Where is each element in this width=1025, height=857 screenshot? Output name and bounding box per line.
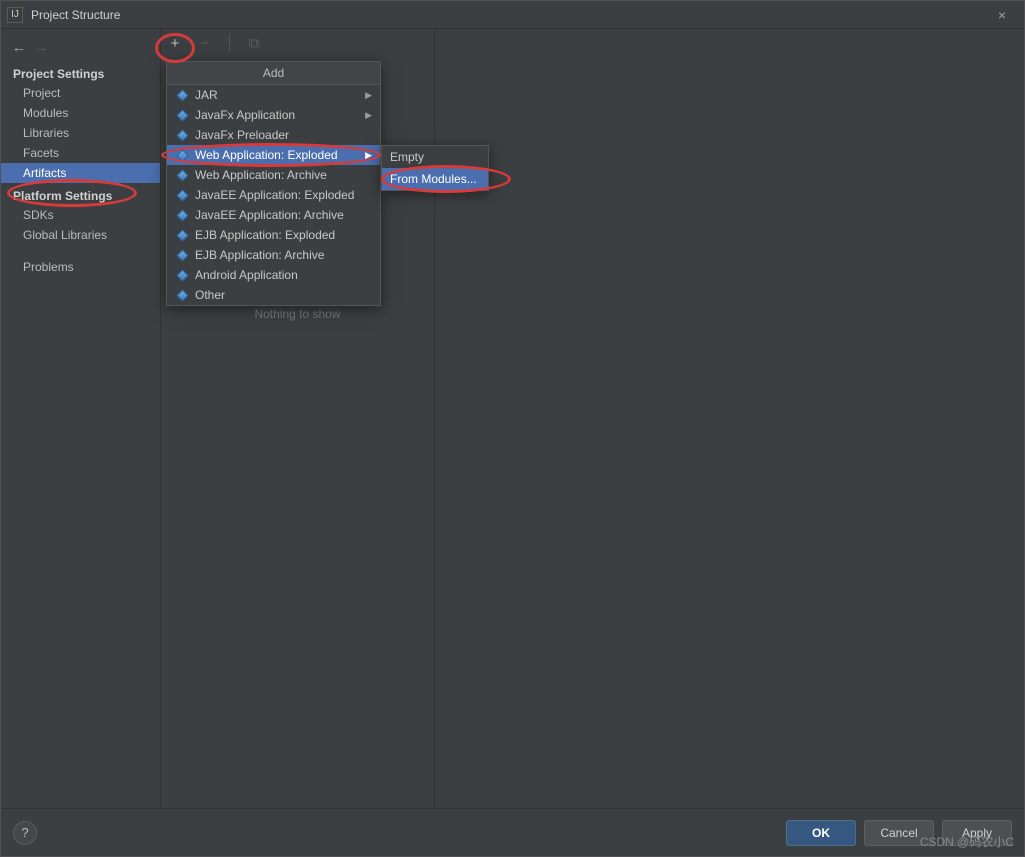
add-menu-item[interactable]: JavaEE Application: Exploded (167, 185, 380, 205)
add-menu-item[interactable]: EJB Application: Exploded (167, 225, 380, 245)
titlebar: IJ Project Structure × (1, 1, 1024, 29)
artifact-type-icon (175, 128, 189, 142)
artifact-type-icon (175, 168, 189, 182)
menu-item-label: Web Application: Exploded (195, 148, 338, 162)
app-icon: IJ (7, 7, 23, 23)
toolbar-separator (229, 34, 230, 52)
nav-back-icon[interactable]: ← (11, 39, 27, 56)
add-menu-item[interactable]: Other (167, 285, 380, 305)
sidebar-item-modules[interactable]: Modules (1, 103, 160, 123)
artifact-type-icon (175, 108, 189, 122)
add-menu-title: Add (167, 62, 380, 85)
sidebar-item-libraries[interactable]: Libraries (1, 123, 160, 143)
artifact-type-icon (175, 88, 189, 102)
menu-item-label: Empty (390, 150, 424, 164)
menu-item-label: Android Application (195, 268, 298, 282)
add-artifact-menu: Add JAR ▶ JavaFx Application ▶ JavaFx Preloa… (166, 61, 381, 306)
add-menu-item[interactable]: Web Application: Exploded ▶ (167, 145, 380, 165)
window-title: Project Structure (31, 8, 986, 22)
artifact-type-icon (175, 208, 189, 222)
artifact-type-icon (175, 148, 189, 162)
add-menu-item[interactable]: EJB Application: Archive (167, 245, 380, 265)
sidebar-item-problems[interactable]: Problems (1, 257, 160, 277)
project-structure-dialog: IJ Project Structure × ← → Project Setti… (0, 0, 1025, 857)
section-project-settings: Project Settings (1, 61, 160, 83)
menu-item-label: From Modules... (390, 172, 477, 186)
add-menu-item[interactable]: Web Application: Archive (167, 165, 380, 185)
web-app-exploded-submenu: Empty From Modules... (381, 145, 489, 191)
artifact-type-icon (175, 248, 189, 262)
menu-item-label: JavaFx Application (195, 108, 295, 122)
dialog-button-bar: ? OK Cancel Apply (1, 808, 1024, 856)
artifact-type-icon (175, 268, 189, 282)
artifact-type-icon (175, 188, 189, 202)
artifact-type-icon (175, 228, 189, 242)
sidebar-item-project[interactable]: Project (1, 83, 160, 103)
menu-item-label: JavaEE Application: Exploded (195, 188, 354, 202)
artifact-type-icon (175, 288, 189, 302)
submenu-item[interactable]: From Modules... (382, 168, 488, 190)
submenu-arrow-icon: ▶ (365, 150, 372, 161)
add-menu-item[interactable]: JavaFx Preloader (167, 125, 380, 145)
add-menu-item[interactable]: JAR ▶ (167, 85, 380, 105)
detail-panel (435, 29, 1024, 808)
add-menu-item[interactable]: JavaFx Application ▶ (167, 105, 380, 125)
add-menu-item[interactable]: Android Application (167, 265, 380, 285)
menu-item-label: JAR (195, 88, 218, 102)
menu-item-label: JavaEE Application: Archive (195, 208, 344, 222)
add-button[interactable]: + (167, 35, 183, 51)
menu-item-label: Other (195, 288, 225, 302)
menu-item-label: EJB Application: Exploded (195, 228, 335, 242)
submenu-arrow-icon: ▶ (365, 110, 372, 121)
menu-item-label: EJB Application: Archive (195, 248, 324, 262)
empty-list-label: Nothing to show (161, 307, 434, 321)
sidebar-item-global-libraries[interactable]: Global Libraries (1, 225, 160, 245)
nav-forward-icon: → (33, 39, 49, 56)
copy-icon: ⧉ (246, 35, 262, 51)
section-platform-settings: Platform Settings (1, 183, 160, 205)
ok-button[interactable]: OK (786, 820, 856, 846)
add-menu-item[interactable]: JavaEE Application: Archive (167, 205, 380, 225)
sidebar: ← → Project Settings Project Modules Lib… (1, 29, 161, 808)
help-button[interactable]: ? (13, 821, 37, 845)
remove-button: − (197, 35, 213, 51)
watermark: CSDN @码农小C (920, 833, 1014, 850)
list-toolbar: + − ⧉ (161, 29, 434, 57)
menu-item-label: Web Application: Archive (195, 168, 327, 182)
submenu-arrow-icon: ▶ (365, 90, 372, 101)
submenu-item[interactable]: Empty (382, 146, 488, 168)
sidebar-item-sdks[interactable]: SDKs (1, 205, 160, 225)
close-icon[interactable]: × (986, 7, 1018, 23)
menu-item-label: JavaFx Preloader (195, 128, 289, 142)
sidebar-item-facets[interactable]: Facets (1, 143, 160, 163)
sidebar-item-artifacts[interactable]: Artifacts (1, 163, 160, 183)
